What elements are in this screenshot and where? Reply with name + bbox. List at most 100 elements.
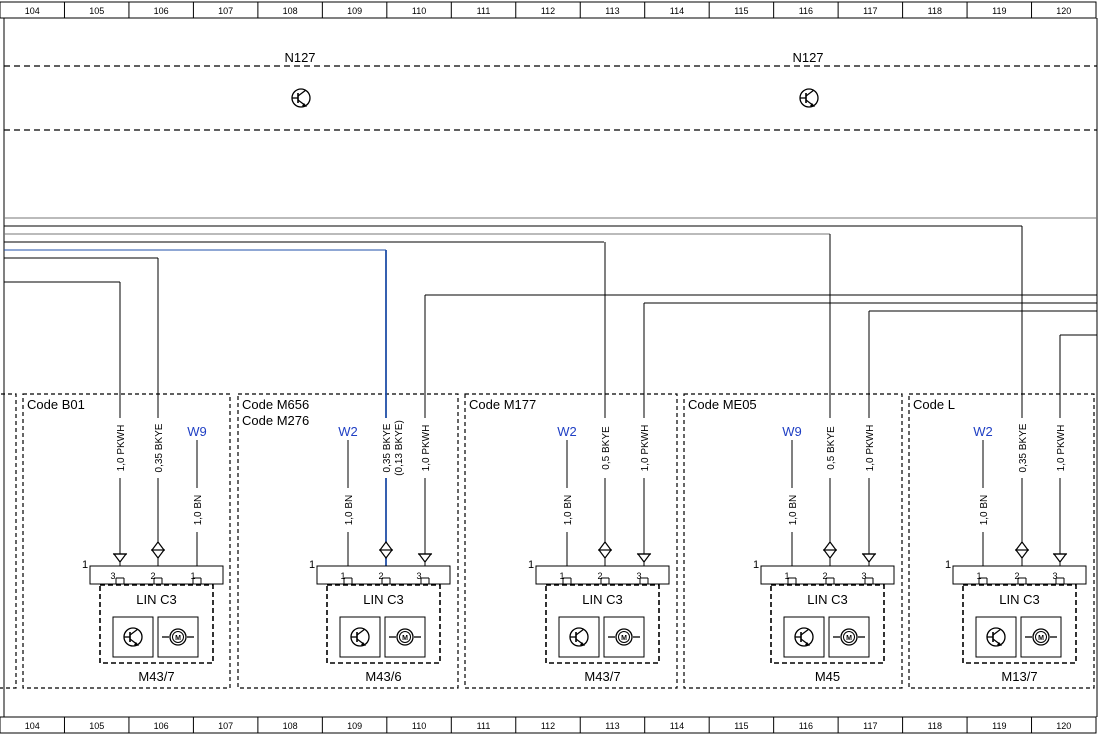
transistor-icon (799, 88, 819, 108)
pin-number: 1 (559, 571, 564, 581)
wire-label: 1,0 PKWH (640, 425, 651, 472)
ground-label: W9 (187, 424, 207, 439)
wire: 1,0 PKWH (1052, 335, 1068, 578)
connector-number: 1 (309, 559, 315, 571)
wire: 1,0 BN (344, 440, 355, 578)
ruler-column-label: 104 (25, 6, 40, 16)
bus-label: LIN C3 (136, 592, 176, 607)
transistor-icon (783, 616, 825, 658)
component-name: M13/7 (1001, 669, 1037, 684)
bus-label: LIN C3 (807, 592, 847, 607)
bus-label: LIN C3 (582, 592, 622, 607)
pin-number: 3 (110, 571, 115, 581)
bus-label: LIN C3 (363, 592, 403, 607)
ruler-column-label: 116 (799, 721, 813, 731)
connector-number: 1 (945, 559, 951, 571)
pin-number: 2 (597, 571, 602, 581)
wire: 1,0 PKWH (861, 311, 877, 578)
ruler-column-label: 110 (412, 6, 426, 16)
motor-icon: M (1020, 616, 1062, 658)
wire: 0,35 BKYE (151, 258, 165, 578)
wire-label: 1,0 BN (563, 495, 574, 526)
ruler-column-label: 112 (541, 721, 555, 731)
ruler-column-label: 120 (1056, 721, 1071, 731)
pin-number: 2 (150, 571, 155, 581)
wire: 0,5 BKYE (598, 242, 612, 578)
ruler-column-label: 108 (283, 721, 298, 731)
wire: 0,5 BKYE (823, 234, 837, 578)
svg-text:M: M (621, 635, 627, 642)
pin-number: 3 (861, 571, 866, 581)
module-4: Code ME05W91,0 BN0,5 BKYE1,0 PKWH1131238… (683, 234, 903, 689)
pin-number: 1 (784, 571, 789, 581)
module-code-label: Code B01 (27, 397, 85, 412)
ruler-column-label: 113 (605, 6, 619, 16)
motor-icon: M (603, 616, 645, 658)
motor-icon: M (157, 616, 199, 658)
ruler-column-label: 104 (25, 721, 40, 731)
ruler-column-label: 111 (477, 6, 491, 16)
module-code-label: Code M177 (469, 397, 536, 412)
module-3: Code M177W21,0 BN0,5 BKYE1,0 PKWH1131238… (464, 242, 678, 689)
pin-number: 1 (340, 571, 345, 581)
pin-number: 2 (1014, 571, 1019, 581)
pin-number: 2 (378, 571, 383, 581)
wire-label: 1,0 BN (193, 495, 204, 526)
module-code-label: Code L (913, 397, 955, 412)
wire-label: 1,0 BN (788, 495, 799, 526)
bus-lines (4, 217, 1097, 336)
wire-label: 0,35 BKYE (382, 423, 393, 472)
transistor-icon (112, 616, 154, 658)
module-2: Code M656Code M276 W2 1,0 BN 0,35 BKYE (0,13… (237, 250, 459, 689)
wire-label: 1,0 PKWH (1056, 425, 1067, 472)
ruler-column-label: 107 (218, 6, 233, 16)
motor-icon: M (828, 616, 870, 658)
wire: 1,0 BN (979, 440, 990, 578)
module-code-label: Code M656 (242, 397, 309, 412)
ruler-column-label: 119 (992, 6, 1006, 16)
wire-label: 1,0 PKWH (865, 425, 876, 472)
wire-label: 1,0 PKWH (116, 425, 127, 472)
wire: 1,0 BN (193, 440, 204, 578)
wiring-diagram: 104 105 106 107 108 109 110 111 112 113 114 115 116 1… (0, 1, 1098, 734)
ruler-column-label: 117 (863, 6, 877, 16)
ruler-column-label: 106 (154, 6, 169, 16)
connector-number: 1 (82, 559, 88, 571)
ruler-column-label: 113 (605, 721, 619, 731)
wire: 1,0 PKWH (112, 282, 128, 578)
bus-label: LIN C3 (999, 592, 1039, 607)
ground-label: W2 (557, 424, 577, 439)
svg-text:M: M (1038, 635, 1044, 642)
wire-label: 1,0 BN (979, 495, 990, 526)
wire: 0,35 BKYE (0,13 BKYE) (379, 250, 405, 578)
ground-label: W9 (782, 424, 802, 439)
pin-number: 3 (1052, 571, 1057, 581)
pin-number: 3 (636, 571, 641, 581)
module-1: Code B011,0 PKWH0,35 BKYEW91,0 BN1387C21… (22, 258, 231, 689)
component-name: M43/7 (584, 669, 620, 684)
ruler-column-label: 110 (412, 721, 426, 731)
ruler-column-label: 117 (863, 721, 877, 731)
ruler-column-label: 109 (347, 721, 362, 731)
connector-number: 1 (753, 559, 759, 571)
svg-text:M: M (402, 635, 408, 642)
ruler-column-label: 118 (928, 6, 942, 16)
ruler-column-label: 114 (670, 6, 684, 16)
module-code-label: Code ME05 (688, 397, 757, 412)
ruler-column-label: 119 (992, 721, 1006, 731)
ruler-column-label: 105 (89, 721, 104, 731)
wire: 1,0 PKWH (417, 295, 433, 578)
ruler-column-label: 120 (1056, 6, 1071, 16)
transistor-icon (975, 616, 1017, 658)
ruler-column-label: 112 (541, 6, 555, 16)
top-ruler: 104 105 106 107 108 109 110 111 112 113 114 115 116 1… (0, 1, 1097, 19)
wire-label: 0,5 BKYE (826, 426, 837, 470)
ruler-column-label: 108 (283, 6, 298, 16)
control-unit-n127: N127 N127 (4, 50, 1097, 131)
wire-label: 0,35 BKYE (1018, 423, 1029, 472)
component-name: M45 (815, 669, 840, 684)
ruler-column-label: 105 (89, 6, 104, 16)
ruler-column-label: 109 (347, 6, 362, 16)
transistor-icon (339, 616, 381, 658)
wire-label: 1,0 BN (344, 495, 355, 526)
